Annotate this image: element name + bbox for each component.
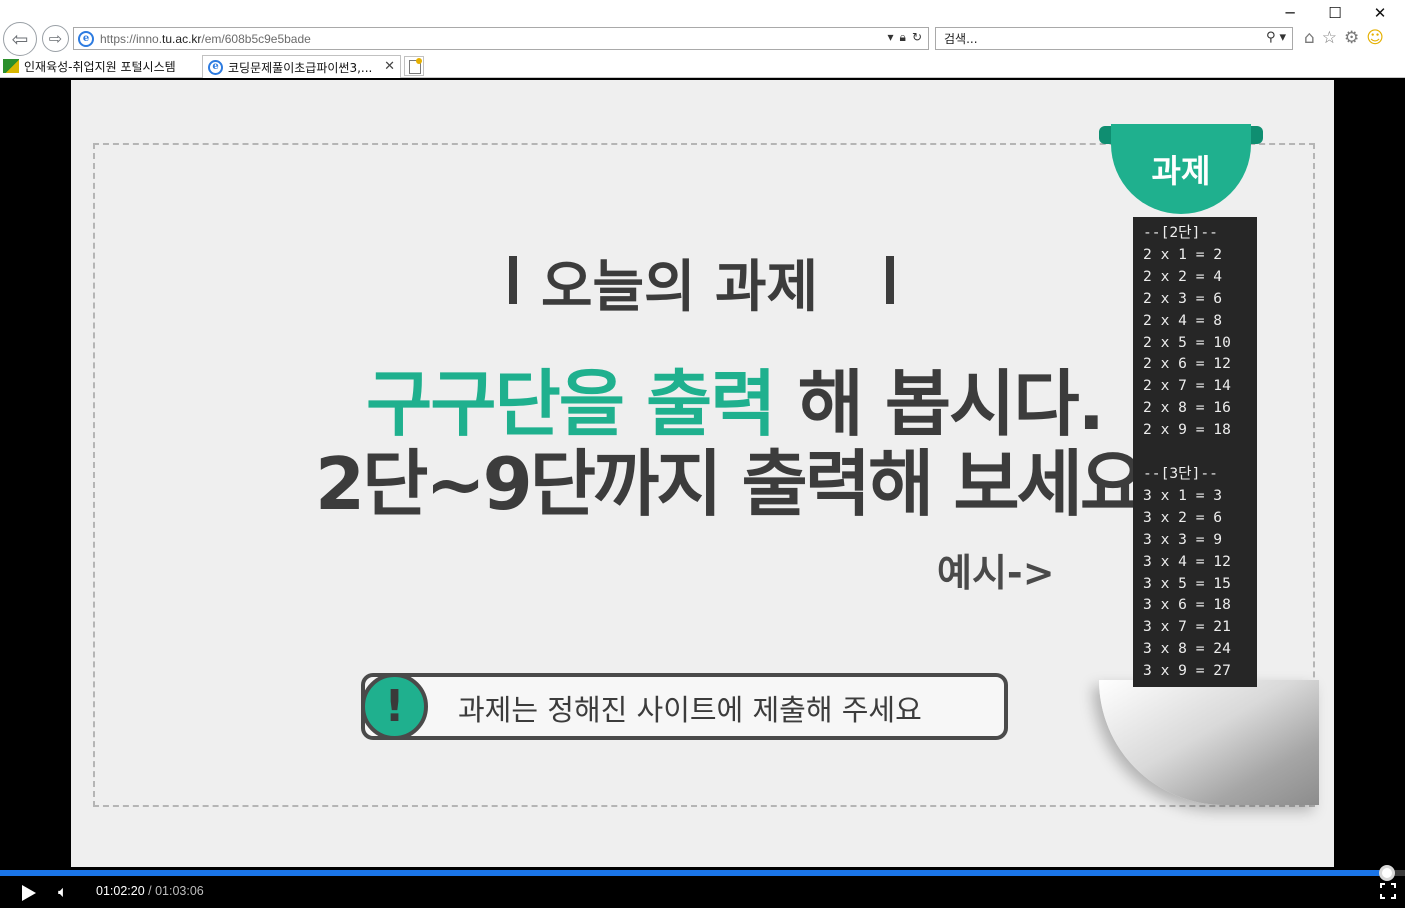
- code-line: --[3단]--: [1143, 464, 1218, 482]
- search-dropdown-icon[interactable]: ▾: [1279, 30, 1286, 45]
- toolbar-icons: ⌂ ☆ ⚙ ☺: [1304, 28, 1384, 48]
- back-button[interactable]: ⇦: [3, 22, 37, 56]
- code-line: 2 x 2 = 4: [1143, 267, 1223, 285]
- ie-icon: e: [208, 59, 223, 75]
- code-line: 3 x 6 = 18: [1143, 596, 1231, 614]
- address-tools: ▾ 🔒︎ ↻: [888, 30, 922, 45]
- navigation-bar: ⇦ ⇨ e https://inno.tu.ac.kr/em/608b5c9e5…: [0, 22, 1405, 56]
- url-host: tu.ac.kr: [162, 31, 202, 46]
- code-line: 3 x 9 = 27: [1143, 662, 1231, 680]
- code-line: 2 x 9 = 18: [1143, 421, 1231, 439]
- tab-active[interactable]: e 코딩문제풀이초급파이썬3,... ✕: [202, 55, 401, 78]
- smiley-feedback-icon[interactable]: ☺: [1366, 28, 1384, 48]
- lecture-slide: 오늘의 과제 구구단을 출력 해 봅시다. 2단~9단까지 출력해 보세요. 예…: [71, 80, 1334, 867]
- progress-handle[interactable]: [1379, 865, 1395, 881]
- search-box[interactable]: 검색... ⚲ ▾: [935, 27, 1293, 50]
- code-line: 3 x 8 = 24: [1143, 640, 1231, 658]
- refresh-icon[interactable]: ↻: [912, 30, 922, 45]
- code-line: 3 x 3 = 9: [1143, 530, 1223, 548]
- address-url[interactable]: https://inno.tu.ac.kr/em/608b5c9e5bade: [100, 32, 311, 46]
- code-line: 2 x 1 = 2: [1143, 245, 1223, 263]
- address-bar[interactable]: e https://inno.tu.ac.kr/em/608b5c9e5bade…: [73, 27, 929, 50]
- slide-heading: 오늘의 과제: [541, 255, 819, 320]
- new-tab-button[interactable]: [404, 56, 424, 76]
- heading-bar-left: [509, 256, 517, 304]
- exclamation-icon: !: [361, 673, 428, 740]
- code-line: 2 x 3 = 6: [1143, 289, 1223, 307]
- time-separator: /: [144, 884, 156, 898]
- arrow-right-icon: ⇨: [48, 29, 63, 48]
- code-line: 3 x 4 = 12: [1143, 552, 1231, 570]
- arrow-left-icon: ⇦: [11, 27, 29, 51]
- time-display: 01:02:20 / 01:03:06: [96, 884, 204, 898]
- dropdown-arrow-icon[interactable]: ▾: [888, 30, 894, 45]
- code-line: 2 x 4 = 8: [1143, 311, 1223, 329]
- notice-text: 과제는 정해진 사이트에 제출해 주세요: [458, 693, 922, 727]
- close-window-button[interactable]: ✕: [1358, 2, 1402, 24]
- url-path: /em/608b5c9e5bade: [201, 31, 311, 46]
- code-line: 2 x 5 = 10: [1143, 333, 1231, 351]
- maximize-button[interactable]: ☐: [1313, 2, 1357, 24]
- title-bar: ─ ☐ ✕: [0, 0, 1405, 26]
- code-output-box: --[2단]-- 2 x 1 = 2 2 x 2 = 4 2 x 3 = 6 2 x 4…: [1133, 217, 1257, 687]
- assignment-ribbon: 과제: [1099, 124, 1263, 214]
- code-line: 2 x 6 = 12: [1143, 355, 1231, 373]
- url-prefix: https://inno.: [100, 31, 163, 46]
- code-line: 3 x 1 = 3: [1143, 486, 1223, 504]
- play-icon[interactable]: [22, 885, 36, 901]
- ribbon-label: 과제: [1111, 124, 1251, 214]
- gear-icon[interactable]: ⚙: [1344, 28, 1359, 48]
- slide-line-2: 2단~9단까지 출력해 보세요.: [315, 442, 1170, 526]
- search-icon[interactable]: ⚲: [1266, 30, 1276, 45]
- code-line: 2 x 8 = 16: [1143, 399, 1231, 417]
- search-input[interactable]: 검색...: [944, 30, 978, 47]
- example-label: 예시->: [937, 551, 1055, 595]
- ie-icon: e: [78, 30, 94, 47]
- tab-close-icon[interactable]: ✕: [384, 59, 395, 74]
- heading-bar-right: [886, 256, 894, 304]
- code-line: 2 x 7 = 14: [1143, 377, 1231, 395]
- code-line: --[2단]--: [1143, 224, 1218, 241]
- forward-button[interactable]: ⇨: [42, 25, 69, 52]
- fullscreen-icon[interactable]: [1380, 883, 1396, 899]
- favorite-item[interactable]: 인재육성-취업지원 포털시스템: [3, 56, 176, 76]
- notice-box: ! 과제는 정해진 사이트에 제출해 주세요: [361, 673, 1008, 740]
- code-line: 3 x 2 = 6: [1143, 508, 1223, 526]
- tab-bar: 인재육성-취업지원 포털시스템 e 코딩문제풀이초급파이썬3,... ✕: [0, 54, 1405, 78]
- minimize-button[interactable]: ─: [1268, 2, 1312, 24]
- progress-fill: [0, 870, 1387, 876]
- duration: 01:03:06: [155, 884, 204, 898]
- video-player[interactable]: 오늘의 과제 구구단을 출력 해 봅시다. 2단~9단까지 출력해 보세요. 예…: [0, 78, 1405, 908]
- code-line: 3 x 7 = 21: [1143, 618, 1231, 636]
- home-icon[interactable]: ⌂: [1304, 28, 1315, 48]
- volume-icon[interactable]: 🔈︎: [58, 882, 68, 902]
- star-icon[interactable]: ☆: [1322, 28, 1337, 48]
- tab-title: 코딩문제풀이초급파이썬3,...: [228, 60, 373, 75]
- favorite-item-label: 인재육성-취업지원 포털시스템: [24, 59, 176, 74]
- progress-bar[interactable]: [0, 865, 1405, 881]
- code-line: 3 x 5 = 15: [1143, 574, 1231, 592]
- player-controls: 🔈︎ 01:02:20 / 01:03:06: [0, 865, 1405, 908]
- lock-icon[interactable]: 🔒︎: [900, 30, 906, 45]
- site-favicon-icon: [3, 59, 19, 73]
- search-tools: ⚲ ▾: [1266, 30, 1286, 45]
- current-time: 01:02:20: [96, 884, 145, 898]
